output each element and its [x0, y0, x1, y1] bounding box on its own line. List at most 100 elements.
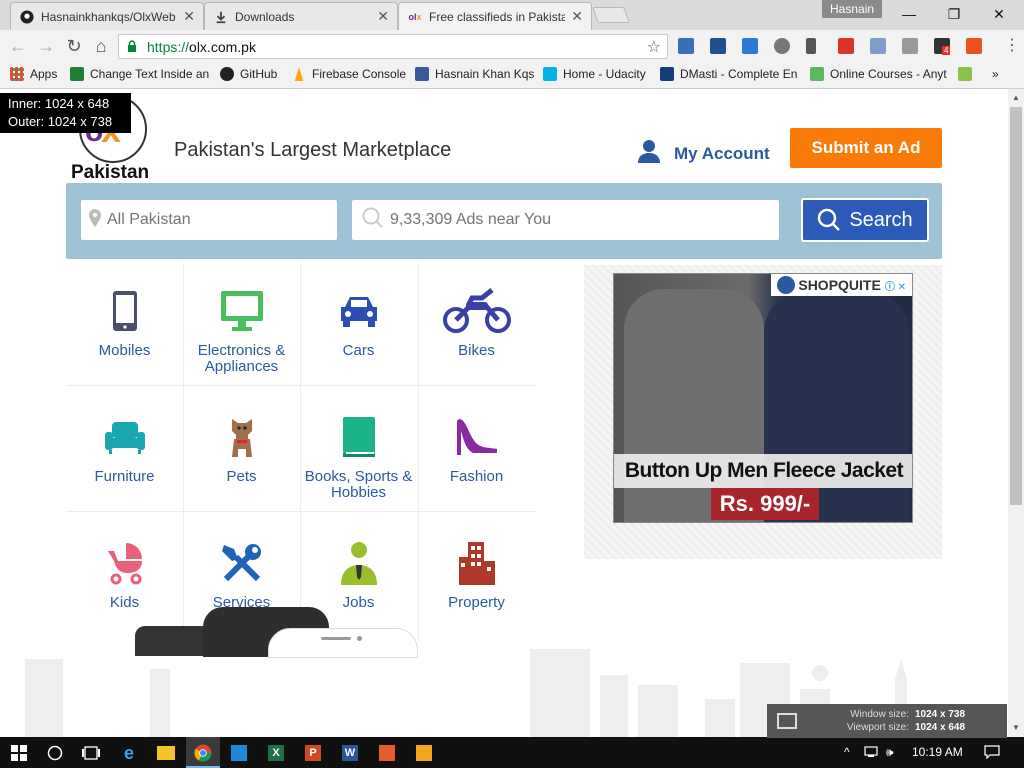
close-icon[interactable]: ✕: [571, 8, 583, 25]
cortana-icon[interactable]: [44, 742, 66, 764]
bookmark-udemy[interactable]: Online Courses - Anyt: [810, 67, 950, 81]
cart-icon: [777, 276, 796, 294]
home-button[interactable]: ⌂: [91, 36, 111, 56]
category-bikes[interactable]: Bikes: [418, 263, 535, 389]
vscode-icon[interactable]: [228, 742, 250, 764]
volume-icon[interactable]: 🕪: [886, 745, 894, 760]
my-account-label: My Account: [674, 143, 770, 163]
location-field[interactable]: [81, 200, 337, 240]
olx-page: o x Pakistan Pakistan's Largest Marketpl…: [0, 89, 1008, 737]
scrollbar-thumb[interactable]: [1010, 107, 1022, 505]
more-bookmarks-icon[interactable]: »: [992, 67, 999, 81]
submit-ad-button[interactable]: Submit an Ad: [790, 128, 942, 168]
page-scrollbar[interactable]: ▲ ▼: [1008, 89, 1024, 737]
bookmark-github[interactable]: GitHub: [220, 67, 277, 81]
ad-brand: SHOPQUITE ⓘ ✕: [771, 274, 912, 296]
bookmark-apps[interactable]: Apps: [10, 67, 57, 81]
search-button-label: Search: [849, 208, 913, 231]
extension-s-icon[interactable]: [742, 38, 758, 54]
dog-icon: [183, 413, 300, 461]
bookmark-dmasti[interactable]: DMasti - Complete En: [660, 67, 800, 81]
clock[interactable]: 10:19 AM: [912, 745, 963, 759]
edge-icon[interactable]: e: [118, 742, 140, 764]
extension-game-icon[interactable]: 4: [934, 38, 951, 55]
user-icon: [638, 139, 660, 168]
bookmark-change-text[interactable]: Change Text Inside an: [70, 67, 210, 81]
my-account-link[interactable]: My Account: [638, 139, 770, 168]
download-icon: [213, 9, 229, 25]
chrome-menu-icon[interactable]: ⋮: [1004, 36, 1020, 56]
category-property[interactable]: Property: [418, 515, 535, 641]
facebook-icon: [415, 67, 429, 81]
category-books[interactable]: Books, Sports & Hobbies: [300, 389, 417, 515]
category-kids[interactable]: Kids: [66, 515, 183, 641]
excel-icon[interactable]: X: [265, 742, 287, 764]
tab-github[interactable]: Hasnainkhankqs/OlxWeb ✕: [10, 2, 204, 30]
close-window-button[interactable]: ✕: [985, 4, 1013, 24]
file-explorer-icon[interactable]: [155, 742, 177, 764]
windows-start-icon[interactable]: [8, 742, 30, 764]
location-input[interactable]: [107, 211, 337, 229]
word-icon[interactable]: W: [339, 742, 361, 764]
tray-chevron-icon[interactable]: ^: [844, 745, 850, 759]
ad-close-icon[interactable]: ⓘ ✕: [885, 278, 906, 293]
bookmark-udacity[interactable]: Home - Udacity: [543, 67, 646, 81]
close-icon[interactable]: ✕: [377, 8, 389, 25]
tab-olx[interactable]: ol x Free classifieds in Pakista ✕: [398, 2, 592, 30]
search-field[interactable]: [352, 200, 779, 240]
extension-media-icon[interactable]: [838, 38, 854, 54]
category-electronics[interactable]: Electronics & Appliances: [183, 263, 300, 389]
search-button[interactable]: Search: [801, 198, 929, 242]
sofa-icon: [66, 413, 183, 461]
new-tab-button[interactable]: [592, 7, 630, 23]
powerpoint-icon[interactable]: P: [302, 742, 324, 764]
task-view-icon[interactable]: [80, 742, 102, 764]
extension-tab-icon[interactable]: [902, 38, 918, 54]
tab-title: Downloads: [235, 9, 295, 24]
extension-badge: 4: [942, 46, 951, 55]
category-furniture[interactable]: Furniture: [66, 389, 183, 515]
high-heel-icon: [418, 413, 535, 461]
app-yellow-icon[interactable]: [413, 742, 435, 764]
firebase-icon: [294, 67, 304, 81]
extension-capture-icon[interactable]: [870, 38, 886, 54]
url-text: https://olx.com.pk: [147, 39, 256, 55]
tab-downloads[interactable]: Downloads ✕: [204, 2, 398, 30]
maximize-button[interactable]: ❐: [940, 4, 968, 24]
bookmarks-bar: Apps Change Text Inside an GitHub Fireba…: [0, 62, 1024, 89]
extension-icon[interactable]: [678, 38, 694, 54]
search-bar: Search: [66, 183, 942, 259]
scroll-down-icon[interactable]: ▼: [1012, 723, 1020, 732]
bookmark-star-icon[interactable]: ☆: [647, 37, 661, 57]
extension-chart-icon[interactable]: [710, 38, 726, 54]
reload-button[interactable]: ↻: [64, 36, 84, 56]
category-pets[interactable]: Pets: [183, 389, 300, 515]
udacity-icon: [543, 67, 557, 81]
chrome-icon[interactable]: [192, 742, 214, 764]
back-button[interactable]: ←: [8, 36, 28, 56]
tab-title: Hasnainkhankqs/OlxWeb: [41, 9, 176, 24]
forward-button[interactable]: →: [36, 36, 56, 56]
minimize-button[interactable]: —: [895, 4, 923, 24]
green-doc-icon: [70, 67, 84, 81]
extension-usb-icon[interactable]: [806, 38, 816, 54]
app-orange-icon[interactable]: [376, 742, 398, 764]
ad-banner[interactable]: SHOPQUITE ⓘ ✕ Button Up Men Fleece Jacke…: [613, 273, 913, 523]
network-icon[interactable]: [864, 745, 878, 760]
search-icon: [818, 208, 841, 231]
category-cars[interactable]: Cars: [300, 263, 417, 389]
bookmark-firebase[interactable]: Firebase Console: [292, 67, 406, 81]
profile-button[interactable]: Hasnain: [822, 0, 883, 18]
category-mobiles[interactable]: Mobiles: [66, 263, 183, 389]
scroll-up-icon[interactable]: ▲: [1012, 93, 1020, 102]
category-fashion[interactable]: Fashion: [418, 389, 535, 515]
apps-grid-icon: [10, 67, 24, 81]
action-center-icon[interactable]: [984, 745, 1000, 762]
bookmark-facebook[interactable]: Hasnain Khan Kqs: [415, 67, 534, 81]
office-icon[interactable]: [966, 38, 982, 54]
address-bar[interactable]: https://olx.com.pk ☆: [118, 34, 668, 59]
extension-film-icon[interactable]: [774, 38, 790, 54]
close-icon[interactable]: ✕: [183, 8, 195, 25]
search-input[interactable]: [390, 211, 779, 229]
w3-icon[interactable]: [958, 67, 978, 81]
